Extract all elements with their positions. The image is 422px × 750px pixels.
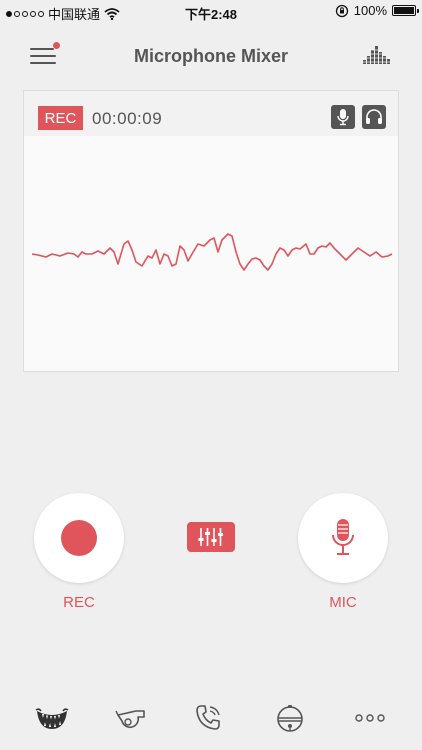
rec-badge: REC [38, 106, 83, 130]
levels-button[interactable] [362, 44, 392, 66]
mixer-button[interactable] [187, 522, 235, 552]
microphone-icon [337, 109, 349, 126]
nav-bar: Microphone Mixer [0, 24, 422, 88]
tab-bar [0, 690, 422, 750]
tab-mouth[interactable] [32, 698, 72, 738]
more-icon [355, 714, 385, 722]
mic-monitor-button[interactable] [331, 105, 355, 129]
recorder-header: REC 00:00:09 [24, 91, 398, 136]
tab-phone[interactable] [188, 698, 228, 738]
battery-icon [392, 5, 419, 16]
rotation-lock-icon [335, 4, 348, 17]
recording-timer: 00:00:09 [92, 109, 163, 128]
whistle-icon [115, 710, 145, 729]
tab-more[interactable] [350, 698, 390, 738]
mic-label: MIC [329, 594, 357, 611]
status-bar: 中国联通 下午2:48 100% [0, 0, 422, 24]
record-label: REC [63, 594, 95, 611]
headphones-icon [366, 109, 382, 124]
mouth-icon [35, 708, 69, 729]
equalizer-bars-icon [362, 46, 392, 64]
waveform-line [31, 233, 393, 271]
sliders-icon [198, 528, 223, 546]
waveform-panel: REC 00:00:09 [23, 90, 399, 372]
audio-waveform [31, 233, 393, 271]
record-button[interactable] [34, 493, 124, 583]
mic-button[interactable] [298, 493, 388, 583]
record-icon [61, 520, 97, 556]
headphones-button[interactable] [362, 105, 386, 129]
phone-icon [196, 705, 220, 730]
bell-icon [277, 705, 303, 732]
page-title: Microphone Mixer [133, 46, 289, 66]
battery-percent: 100% [353, 3, 387, 18]
microphone-icon [332, 519, 354, 555]
status-right: 100% [335, 3, 419, 18]
tab-whistle[interactable] [111, 698, 151, 738]
tab-bell[interactable] [270, 698, 310, 738]
